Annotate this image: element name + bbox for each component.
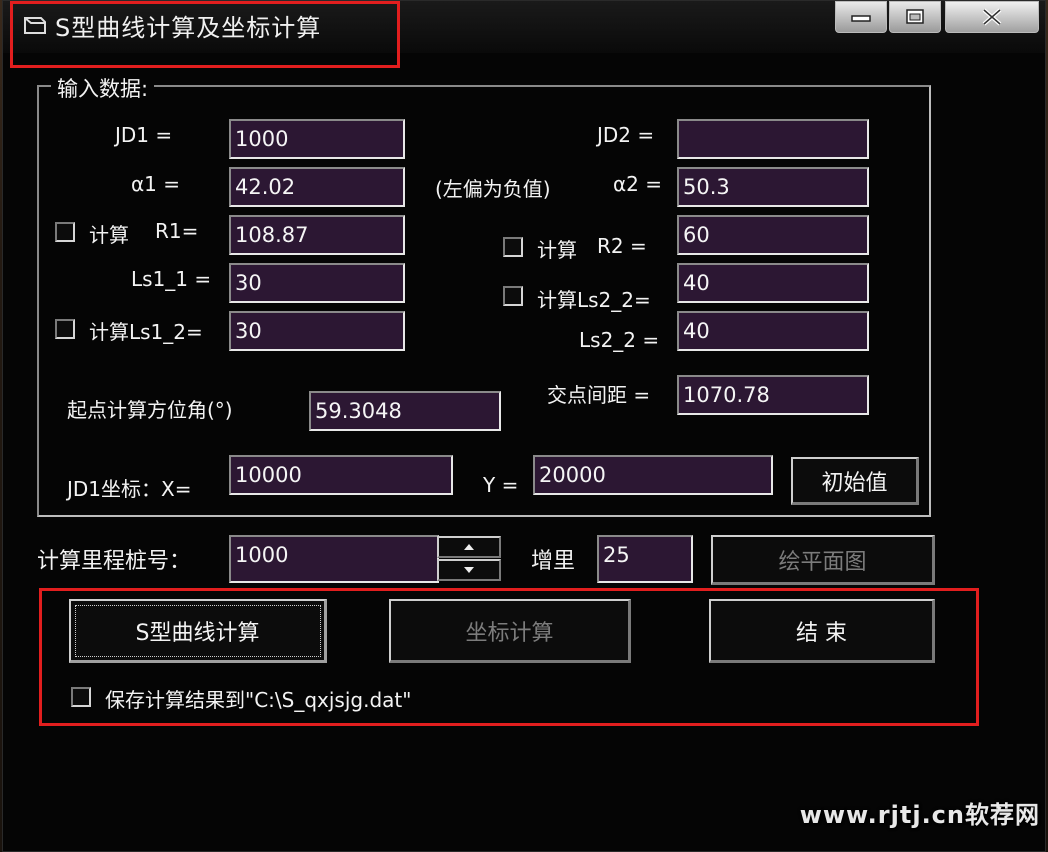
ls2-2-label: Ls2_2 = [579,328,660,352]
station-spin-down[interactable] [437,559,501,581]
jd1-field[interactable]: 1000 [229,119,405,159]
main-window: S型曲线计算及坐标计算 输入数据: JD1 = 1000 JD2 = α1 = [2,0,1046,852]
jd1-label: JD1 = [115,123,173,147]
maximize-icon [906,9,924,24]
r2-field[interactable]: 60 [677,215,869,255]
end-button[interactable]: 结 束 [709,599,935,663]
alpha1-field[interactable]: 42.02 [229,167,405,207]
s-curve-calc-button[interactable]: S型曲线计算 [69,599,327,663]
left-negative-note: (左偏为负值) [435,177,551,201]
watermark-text: www.rjtj.cn软荐网 [799,801,1040,829]
r1-label: R1= [155,219,199,243]
maximize-button[interactable] [889,1,941,33]
coordinate-calc-button[interactable]: 坐标计算 [389,599,631,663]
calc-r1-label: 计算 [89,223,129,247]
start-azimuth-label: 起点计算方位角(°) [67,398,233,422]
calc-r1-checkbox[interactable] [55,222,75,242]
save-result-checkbox[interactable] [71,687,91,707]
calc-ls1-2-label: 计算Ls1_2= [89,320,203,344]
alpha2-field[interactable]: 50.3 [677,167,869,207]
minimize-icon [851,15,871,22]
start-azimuth-field[interactable]: 59.3048 [309,391,501,431]
increment-label: 增里 [531,549,576,574]
draw-plan-button[interactable]: 绘平面图 [711,535,935,585]
intersection-distance-label: 交点间距 = [547,383,651,407]
calc-ls2-2-checkbox[interactable] [503,286,523,306]
jd1-y-field[interactable]: 20000 [533,455,773,495]
r2-label: R2 = [597,234,647,258]
ls1-2-field[interactable]: 30 [229,311,405,351]
calc-ls2-2-label: 计算Ls2_2= [537,288,651,312]
increment-field[interactable]: 25 [597,535,693,583]
arrow-down-icon [464,567,474,573]
ls2-2-top-field[interactable]: 40 [677,263,869,303]
jd2-label: JD2 = [597,123,655,147]
ls2-2-field[interactable]: 40 [677,311,869,351]
calc-r2-checkbox[interactable] [503,237,523,257]
close-button[interactable] [945,1,1039,33]
title-highlight-box [10,1,400,68]
ls1-1-field[interactable]: 30 [229,263,405,303]
station-field[interactable]: 1000 [229,535,439,583]
station-label: 计算里程桩号： [37,549,192,574]
alpha2-label: α2 = [613,172,663,196]
input-data-legend: 输入数据: [51,73,155,103]
intersection-distance-field[interactable]: 1070.78 [677,375,869,415]
arrow-up-icon [464,544,474,550]
calc-ls1-2-checkbox[interactable] [55,319,75,339]
close-icon [982,8,1002,26]
jd1-coord-label: JD1坐标：X= [67,477,192,501]
ls1-1-label: Ls1_1 = [131,267,212,291]
station-spin-up[interactable] [437,536,501,558]
jd1-x-field[interactable]: 10000 [229,455,453,495]
alpha1-label: α1 = [131,172,181,196]
minimize-button[interactable] [835,1,887,33]
calc-r2-label: 计算 [537,238,577,262]
initial-values-button[interactable]: 初始值 [791,457,919,505]
save-result-label: 保存计算结果到"C:\S_qxjsjg.dat" [105,688,412,712]
r1-field[interactable]: 108.87 [229,215,405,255]
y-label: Y = [483,473,519,497]
jd2-field[interactable] [677,119,869,159]
